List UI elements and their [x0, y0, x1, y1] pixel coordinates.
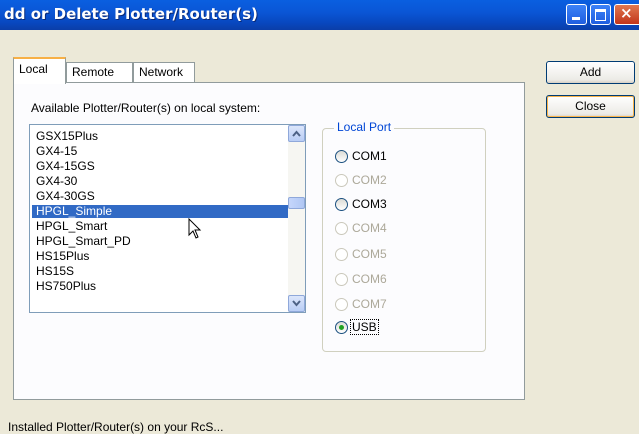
- radio-label: USB: [350, 319, 379, 335]
- chevron-up-icon: [292, 130, 301, 137]
- close-icon: ×: [620, 4, 633, 22]
- window-title: dd or Delete Plotter/Router(s): [4, 5, 258, 23]
- plotter-listbox[interactable]: GSX15Plus GX4-15 GX4-15GS GX4-30 GX4-30G…: [29, 124, 306, 313]
- radio-circle: [335, 222, 348, 235]
- installed-plotters-label: Installed Plotter/Router(s) on your RcS.…: [8, 420, 224, 434]
- radio-label: COM5: [352, 247, 387, 261]
- radio-dot: [339, 325, 344, 330]
- list-item[interactable]: GSX15Plus: [32, 130, 292, 143]
- list-item[interactable]: HS750Plus: [32, 280, 292, 293]
- radio-circle: [335, 150, 348, 163]
- radio-label: COM6: [352, 272, 387, 286]
- listbox-scrollbar[interactable]: [288, 125, 305, 312]
- radio-label: COM2: [352, 173, 387, 187]
- local-port-label: Local Port: [334, 120, 395, 134]
- tab-remote-label: Remote: [72, 65, 115, 79]
- radio-label: COM4: [352, 221, 387, 235]
- radio-circle: [335, 273, 348, 286]
- minimize-button[interactable]: [566, 4, 587, 25]
- list-item-selected[interactable]: HPGL_Simple: [32, 205, 292, 218]
- list-item[interactable]: GX4-15GS: [32, 160, 292, 173]
- list-item[interactable]: GX4-30: [32, 175, 292, 188]
- tab-network-label: Network: [139, 65, 184, 79]
- scroll-up-button[interactable]: [288, 125, 305, 142]
- list-item[interactable]: HS15S: [32, 265, 292, 278]
- tab-local[interactable]: Local: [13, 57, 66, 84]
- radio-circle: [335, 298, 348, 311]
- radio-label: COM7: [352, 297, 387, 311]
- mouse-pointer-icon: [188, 218, 202, 239]
- close-window-button[interactable]: ×: [614, 4, 639, 25]
- list-item[interactable]: GX4-15: [32, 145, 292, 158]
- tab-remote[interactable]: Remote: [66, 62, 133, 82]
- radio-circle-checked: [335, 321, 348, 334]
- radio-circle: [335, 248, 348, 261]
- chevron-down-icon: [292, 300, 301, 307]
- scroll-thumb[interactable]: [288, 197, 305, 209]
- list-item[interactable]: HS15Plus: [32, 250, 292, 263]
- close-button[interactable]: Close: [546, 95, 635, 118]
- tab-network[interactable]: Network: [133, 62, 195, 82]
- radio-circle: [335, 198, 348, 211]
- radio-label: COM1: [352, 149, 387, 163]
- list-item[interactable]: HPGL_Smart_PD: [32, 235, 292, 248]
- available-plotters-label: Available Plotter/Router(s) on local sys…: [31, 101, 261, 115]
- list-item[interactable]: GX4-30GS: [32, 190, 292, 203]
- radio-label: COM3: [352, 197, 387, 211]
- tab-local-label: Local: [19, 62, 48, 76]
- scroll-down-button[interactable]: [288, 295, 305, 312]
- maximize-button[interactable]: [590, 4, 611, 25]
- radio-circle: [335, 174, 348, 187]
- list-item[interactable]: HPGL_Smart: [32, 220, 292, 233]
- title-bar[interactable]: dd or Delete Plotter/Router(s) ×: [0, 0, 639, 30]
- add-button[interactable]: Add: [546, 61, 635, 84]
- local-port-group: [322, 128, 486, 352]
